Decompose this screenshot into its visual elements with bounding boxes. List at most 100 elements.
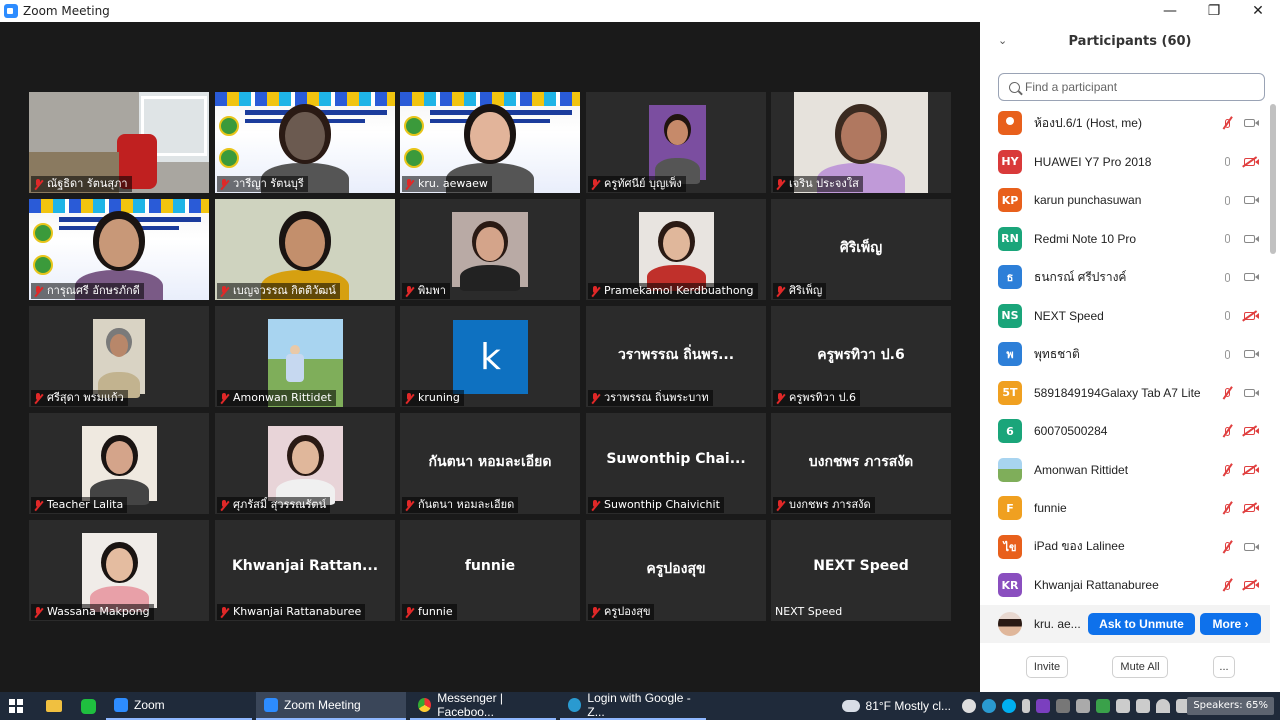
camera-off-icon[interactable] — [1241, 424, 1259, 438]
mic-muted-icon[interactable] — [1219, 540, 1235, 554]
camera-icon[interactable] — [1241, 232, 1259, 246]
participant-row[interactable]: RN Redmi Note 10 Pro — [980, 220, 1270, 259]
restore-button[interactable]: ❐ — [1192, 0, 1236, 22]
minimize-button[interactable]: — — [1148, 0, 1192, 22]
microphone-tray-icon[interactable] — [1022, 699, 1030, 713]
video-tile[interactable]: Wassana Makpong — [29, 520, 209, 621]
camera-icon[interactable] — [1241, 116, 1259, 130]
video-tile[interactable]: Amonwan Rittidet — [215, 306, 395, 407]
app-tray-icon[interactable] — [1056, 699, 1070, 713]
file-explorer-icon[interactable] — [40, 692, 68, 720]
mic-muted-icon[interactable] — [1219, 386, 1235, 400]
video-tile[interactable]: funnie funnie — [400, 520, 580, 621]
video-tile[interactable]: Pramekamol Kerdbuathong — [586, 199, 766, 300]
video-tile[interactable]: Teacher Lalita — [29, 413, 209, 514]
battery-icon[interactable] — [1136, 699, 1150, 713]
video-tile[interactable]: ครูทัศนีย์ บุญเพ็ง — [586, 92, 766, 193]
mic-icon[interactable] — [1219, 270, 1235, 284]
taskbar-zoom[interactable]: Zoom — [106, 692, 252, 720]
edge-tray-icon[interactable] — [982, 699, 996, 713]
gamepad-icon[interactable] — [1096, 699, 1110, 713]
line-app-icon[interactable] — [74, 692, 102, 720]
video-tile[interactable]: k kruning — [400, 306, 580, 407]
tile-name-text: เบญจวรรณ กิตติวัฒน์ — [233, 284, 336, 297]
video-tile[interactable]: กันตนา หอมละเอียด กันตนา หอมละเอียด — [400, 413, 580, 514]
participant-list-scrollbar[interactable] — [1270, 104, 1276, 254]
video-tile[interactable]: ครูปองสุข ครูปองสุข — [586, 520, 766, 621]
weather-text[interactable]: 81°F Mostly cl... — [866, 699, 951, 713]
mic-muted-icon[interactable] — [1219, 578, 1235, 592]
mic-icon[interactable] — [1219, 347, 1235, 361]
participant-row[interactable]: ไข iPad ของ Lalinee — [980, 528, 1270, 567]
participant-row[interactable]: Amonwan Rittidet — [980, 451, 1270, 490]
mic-muted-icon[interactable] — [1219, 463, 1235, 477]
participant-row[interactable]: ธ ธนกรณ์ ศรีปรางค์ — [980, 258, 1270, 297]
camera-icon[interactable] — [1241, 193, 1259, 207]
taskbar-edge-login[interactable]: Login with Google - Z... — [560, 691, 706, 720]
participant-search[interactable] — [998, 73, 1265, 101]
video-tile[interactable]: วราพรรณ ถิ่นพร... วราพรรณ ถิ่นพระบาท — [586, 306, 766, 407]
invite-button[interactable]: Invite — [1026, 656, 1068, 678]
start-button[interactable] — [0, 692, 32, 720]
mute-all-button[interactable]: Mute All — [1112, 656, 1168, 678]
mic-icon[interactable] — [1219, 309, 1235, 323]
onenote-tray-icon[interactable] — [1036, 699, 1050, 713]
video-tile[interactable]: เจริน ประจงใส — [771, 92, 951, 193]
chrome-tray-icon[interactable] — [962, 699, 976, 713]
video-tile[interactable]: ศรีสุดา พรมแก้ว — [29, 306, 209, 407]
taskbar-zoom-meeting[interactable]: Zoom Meeting — [256, 692, 406, 720]
wifi-icon[interactable] — [1156, 699, 1170, 713]
video-tile[interactable]: ศิริเพ็ญ ศิริเพ็ญ — [771, 199, 951, 300]
camera-icon[interactable] — [1241, 540, 1259, 554]
video-tile[interactable]: วารีญา รัตนบุรี — [215, 92, 395, 193]
video-tile[interactable]: บงกชพร ภารสงัด บงกชพร ภารสงัด — [771, 413, 951, 514]
participant-row[interactable]: 6 60070500284 — [980, 412, 1270, 451]
participant-row[interactable]: KR Khwanjai Rattanaburee — [980, 566, 1270, 605]
camera-off-icon[interactable] — [1241, 463, 1259, 477]
mic-muted-icon[interactable] — [1219, 501, 1235, 515]
close-button[interactable]: ✕ — [1236, 0, 1280, 22]
more-button[interactable]: More › — [1200, 612, 1261, 635]
taskbar-chrome-messenger[interactable]: Messenger | Faceboo... — [410, 691, 556, 720]
participant-row[interactable]: พ พุทธชาติ — [980, 335, 1270, 374]
video-tile[interactable]: เบญจวรรณ กิตติวัฒน์ — [215, 199, 395, 300]
camera-off-icon[interactable] — [1241, 578, 1259, 592]
camera-off-icon[interactable] — [1241, 501, 1259, 515]
camera-off-icon[interactable] — [1241, 155, 1259, 169]
participant-row-hovered[interactable]: kru. ae... Ask to Unmute More › — [980, 604, 1270, 643]
participant-avatar — [998, 111, 1022, 136]
shield-icon[interactable] — [1076, 699, 1090, 713]
mic-muted-icon[interactable] — [1219, 424, 1235, 438]
mic-muted-icon — [33, 178, 43, 190]
video-tile[interactable]: ครูพรทิวา ป.6 ครูพรทิวา ป.6 — [771, 306, 951, 407]
video-tile[interactable]: การุณศรี อักษรภักดี — [29, 199, 209, 300]
mic-icon[interactable] — [1219, 155, 1235, 169]
participant-row[interactable]: Ffunnie — [980, 489, 1270, 528]
video-tile[interactable]: Suwonthip Chai... Suwonthip Chaivichit — [586, 413, 766, 514]
participant-row[interactable]: HY HUAWEI Y7 Pro 2018 — [980, 143, 1270, 182]
participants-footer: Invite Mute All ... — [980, 654, 1280, 682]
participant-row[interactable]: 5T 5891849194Galaxy Tab A7 Lite — [980, 374, 1270, 413]
video-tile[interactable]: ณัฐธิดา รัตนสุภา — [29, 92, 209, 193]
mic-icon[interactable] — [1219, 193, 1235, 207]
camera-off-icon[interactable] — [1241, 309, 1259, 323]
more-options-button[interactable]: ... — [1213, 656, 1235, 678]
ask-to-unmute-button[interactable]: Ask to Unmute — [1088, 612, 1195, 635]
video-tile[interactable]: Khwanjai Rattan... Khwanjai Rattanaburee — [215, 520, 395, 621]
skype-tray-icon[interactable] — [1002, 699, 1016, 713]
participant-row[interactable]: NS NEXT Speed — [980, 297, 1270, 336]
video-tile[interactable]: NEXT Speed NEXT Speed — [771, 520, 951, 621]
network-icon[interactable] — [1116, 699, 1130, 713]
camera-icon[interactable] — [1241, 270, 1259, 284]
camera-icon[interactable] — [1241, 347, 1259, 361]
video-tile[interactable]: kru. aewaew — [400, 92, 580, 193]
participant-search-input[interactable] — [1025, 80, 1255, 94]
participant-row[interactable]: KP karun punchasuwan — [980, 181, 1270, 220]
video-tile[interactable]: ศุภรัสมิ์ สุวรรณรัตน์ — [215, 413, 395, 514]
participant-row[interactable]: ห้องป.6/1 (Host, me) — [980, 104, 1270, 143]
window-title: Zoom Meeting — [23, 4, 110, 18]
mic-icon[interactable] — [1219, 232, 1235, 246]
video-tile[interactable]: พิมพา — [400, 199, 580, 300]
mic-muted-icon[interactable] — [1219, 116, 1235, 130]
camera-icon[interactable] — [1241, 386, 1259, 400]
